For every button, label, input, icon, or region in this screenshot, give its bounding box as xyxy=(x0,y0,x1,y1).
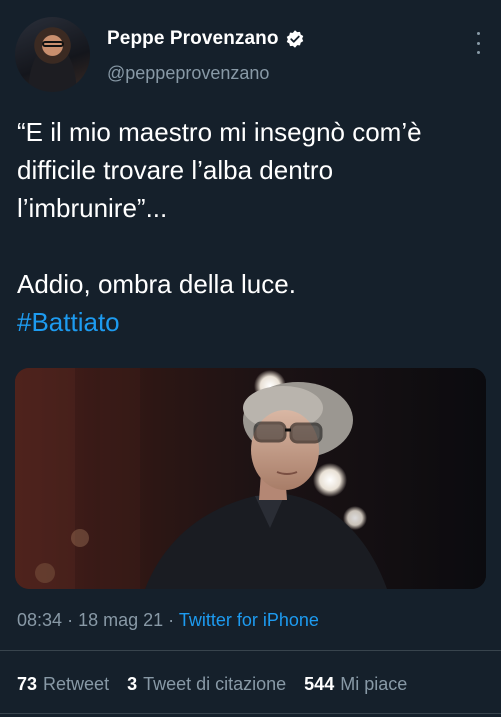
likes-count: 544 xyxy=(304,674,335,694)
likes-label: Mi piace xyxy=(340,674,408,694)
tweet-header: Peppe Provenzano @peppeprovenzano xyxy=(0,0,501,100)
more-vertical-icon[interactable] xyxy=(475,32,481,54)
likes-stat[interactable]: 544 Mi piace xyxy=(304,674,407,695)
meta-separator: · xyxy=(168,610,175,630)
tweet-source-link[interactable]: Twitter for iPhone xyxy=(179,610,319,630)
photo-illustration xyxy=(15,368,486,589)
hashtag-link[interactable]: #Battiato xyxy=(17,303,487,341)
divider xyxy=(0,650,501,651)
divider-bottom xyxy=(0,713,501,714)
more-dot xyxy=(476,41,480,45)
quotes-count: 3 xyxy=(127,674,138,694)
tweet-time[interactable]: 08:34 xyxy=(17,610,62,630)
tweet-stats: 73 Retweet 3 Tweet di citazione 544 Mi piac… xyxy=(17,674,407,695)
quotes-label: Tweet di citazione xyxy=(143,674,287,694)
retweets-stat[interactable]: 73 Retweet xyxy=(17,674,109,695)
meta-separator: · xyxy=(67,610,74,630)
tweet-media-photo[interactable] xyxy=(15,368,486,589)
more-dot xyxy=(476,32,480,35)
quotes-stat[interactable]: 3 Tweet di citazione xyxy=(127,674,286,695)
tweet-text: “E il mio maestro mi insegnò com’è diffi… xyxy=(17,113,487,341)
avatar-glasses xyxy=(42,41,64,47)
author-handle[interactable]: @peppeprovenzano xyxy=(107,63,269,84)
retweets-label: Retweet xyxy=(43,674,110,694)
avatar[interactable] xyxy=(15,17,90,92)
retweets-count: 73 xyxy=(17,674,38,694)
tweet-body: “E il mio maestro mi insegnò com’è diffi… xyxy=(17,117,422,299)
verified-badge-icon xyxy=(285,29,305,49)
tweet-date[interactable]: 18 mag 21 xyxy=(78,610,163,630)
author-display-name[interactable]: Peppe Provenzano xyxy=(107,28,279,50)
more-dot xyxy=(476,51,480,54)
tweet-meta: 08:34 · 18 mag 21 · Twitter for iPhone xyxy=(17,610,319,631)
author-name-row: Peppe Provenzano xyxy=(107,28,305,50)
